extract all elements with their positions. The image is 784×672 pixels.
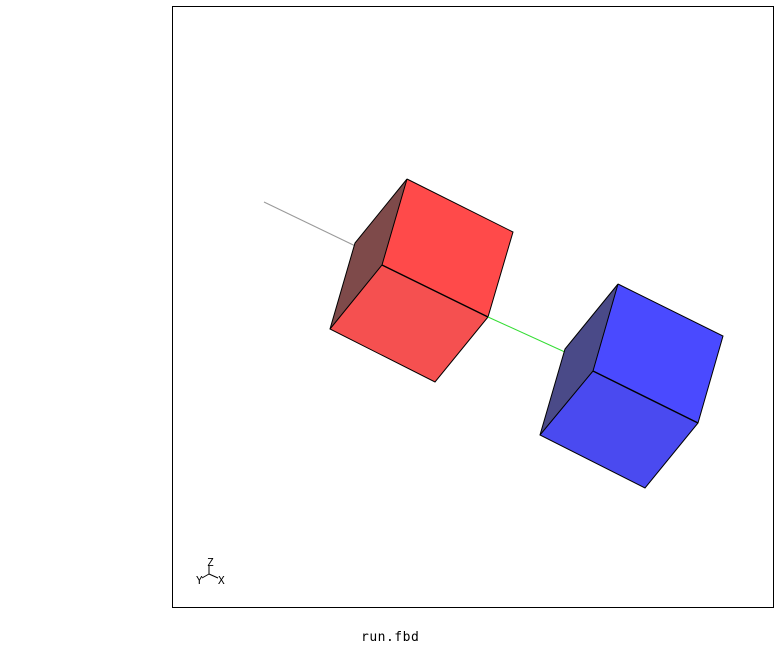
blue-cube[interactable] [539, 283, 724, 489]
scene-canvas: Z Y X [196, 178, 724, 587]
x-axis-label: X [218, 574, 225, 587]
axis-triad-icon: Z Y X [196, 556, 225, 587]
y-axis-label: Y [196, 574, 203, 587]
x-axis-line [208, 573, 219, 579]
z-axis-label: Z [207, 556, 214, 569]
red-cube[interactable] [329, 178, 514, 383]
file-name-label: run.fbd [361, 630, 420, 645]
y-axis-line [201, 573, 210, 579]
